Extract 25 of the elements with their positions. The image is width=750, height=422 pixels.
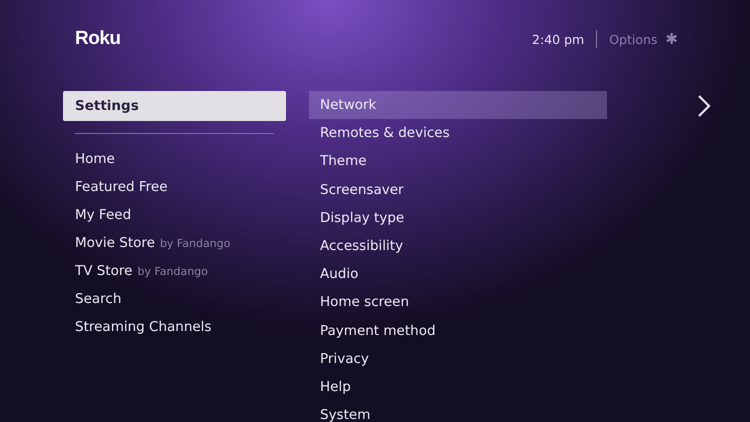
nav-item[interactable]: Movie Store by Fandango: [63, 229, 286, 257]
menu-option[interactable]: Theme: [309, 147, 607, 176]
options-label: Options: [609, 32, 658, 46]
menu-option[interactable]: Remotes & devices: [309, 119, 607, 148]
nav-item[interactable]: TV Store by Fandango: [63, 257, 286, 285]
nav-item[interactable]: Featured Free: [63, 173, 286, 201]
nav-item[interactable]: My Feed: [63, 201, 286, 229]
menu-option[interactable]: Display type: [309, 204, 607, 232]
roku-logo: Roku: [75, 28, 120, 50]
menu-option[interactable]: Audio: [309, 260, 607, 288]
menu-option[interactable]: Accessibility: [309, 232, 607, 260]
chevron-right-icon[interactable]: [697, 95, 711, 117]
nav-item[interactable]: Settings: [63, 91, 286, 121]
menu-option[interactable]: System: [309, 401, 607, 422]
menu-option[interactable]: Privacy: [309, 344, 607, 373]
menu-option[interactable]: Screensaver: [309, 176, 607, 204]
nav-item[interactable]: Streaming Channels: [63, 313, 286, 341]
asterisk-icon: ✱: [665, 30, 678, 48]
menu-option[interactable]: Network: [309, 91, 607, 120]
clock-time: 2:40 pm: [532, 32, 584, 46]
menu-option[interactable]: Home screen: [309, 288, 607, 316]
nav-item[interactable]: Home: [63, 145, 286, 173]
menu-option[interactable]: Payment method: [309, 316, 607, 345]
nav-item[interactable]: Search: [63, 285, 286, 313]
menu-option[interactable]: Help: [309, 372, 607, 402]
